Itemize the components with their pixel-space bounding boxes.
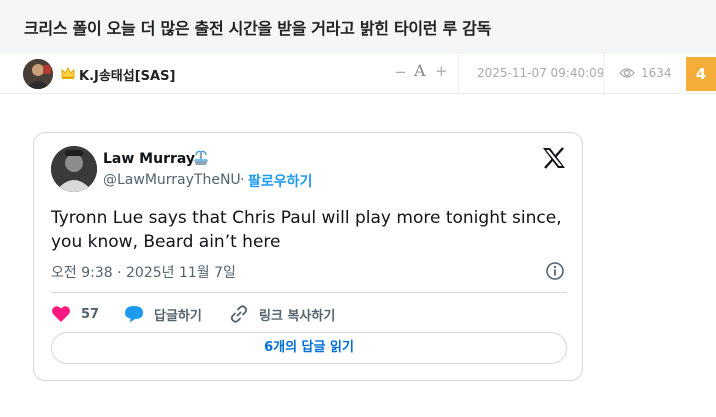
info-icon[interactable]: [545, 261, 565, 281]
post-title-bar: 크리스 폴이 오늘 더 많은 출전 시간을 받을 거라고 밝힌 타이런 루 감독: [0, 0, 716, 54]
post-title: 크리스 폴이 오늘 더 많은 출전 시간을 받을 거라고 밝힌 타이런 루 감독: [24, 19, 492, 38]
like-button[interactable]: 57: [51, 303, 99, 325]
comment-count-badge[interactable]: 4: [686, 57, 716, 91]
tweet-author-avatar[interactable]: [51, 146, 97, 192]
font-size-label: A: [414, 61, 426, 80]
reply-button[interactable]: 답글하기: [124, 303, 202, 325]
eye-icon: [619, 68, 635, 78]
read-replies-button[interactable]: 6개의 답글 읽기: [51, 332, 567, 364]
link-icon: [230, 305, 248, 323]
author-avatar[interactable]: [23, 59, 53, 89]
copy-link-label: 링크 복사하기: [259, 308, 336, 324]
copy-link-button[interactable]: 링크 복사하기: [229, 303, 335, 325]
font-size-decrease-button[interactable]: −: [394, 63, 407, 81]
post-date: 2025-11-07 09:40:09: [477, 66, 605, 80]
post-meta-bar: K.J송태섭[SAS] − A + 2025-11-07 09:40:09 16…: [0, 54, 716, 94]
tweet-divider: [51, 292, 567, 293]
fountain-icon: [194, 150, 208, 165]
font-size-increase-button[interactable]: +: [435, 62, 448, 80]
embedded-tweet[interactable]: Law Murray @LawMurrayTheNU · 팔로우하기 Tyron…: [33, 132, 583, 381]
reply-label: 답글하기: [154, 308, 202, 324]
crown-icon: [61, 66, 75, 79]
tweet-timestamp[interactable]: 오전 9:38 · 2025년 11월 7일: [51, 262, 236, 282]
meta-divider: [603, 54, 604, 93]
author-name[interactable]: K.J송태섭[SAS]: [79, 65, 175, 84]
like-count: 57: [81, 306, 100, 322]
tweet-author-handle[interactable]: @LawMurrayTheNU: [103, 172, 241, 188]
heart-icon: [52, 306, 70, 322]
speech-bubble-icon: [125, 306, 143, 323]
separator-dot: ·: [240, 172, 245, 188]
x-logo-icon[interactable]: [542, 147, 566, 169]
view-count: 1634: [641, 66, 672, 80]
meta-divider: [458, 54, 459, 93]
tweet-author-name[interactable]: Law Murray: [103, 151, 195, 167]
tweet-text: Tyronn Lue says that Chris Paul will pla…: [51, 208, 562, 252]
follow-button[interactable]: 팔로우하기: [248, 171, 312, 191]
